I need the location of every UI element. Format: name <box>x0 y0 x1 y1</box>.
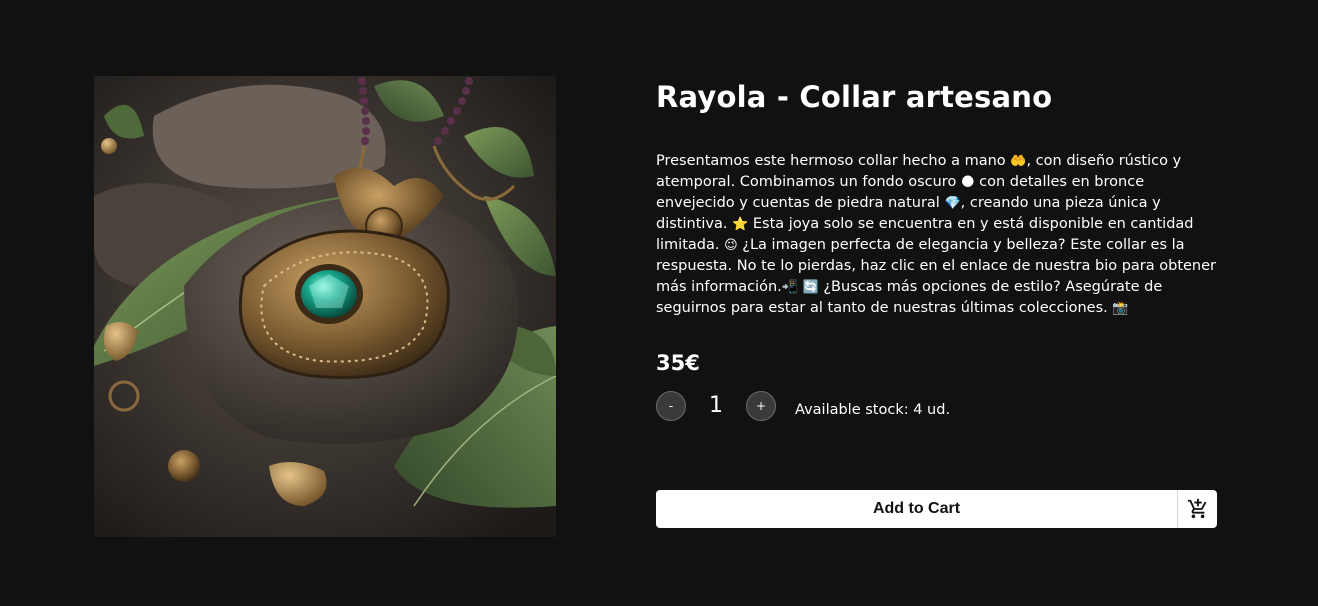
add-to-cart-button[interactable]: Add to Cart <box>656 490 1217 528</box>
product-title: Rayola - Collar artesano <box>656 80 1053 114</box>
product-page: Rayola - Collar artesano Presentamos est… <box>0 0 1318 606</box>
stock-text: Available stock: 4 ud. <box>795 402 951 418</box>
gem-icon: 💎 <box>944 196 961 211</box>
product-price: 35€ <box>656 351 700 375</box>
product-image <box>94 76 556 537</box>
add-shopping-cart-icon <box>1177 490 1217 528</box>
quantity-selector: - 1 + Available stock: 4 ud. <box>656 391 1056 421</box>
open-hands-icon: 🤲 <box>1010 154 1027 169</box>
description-text: Presentamos este hermoso collar hecho a … <box>656 153 1011 169</box>
add-to-cart-label: Add to Cart <box>872 500 961 517</box>
wink-icon: 😉 <box>724 238 738 253</box>
refresh-icon: 🔄 <box>802 280 819 295</box>
product-details: Rayola - Collar artesano Presentamos est… <box>656 0 1218 606</box>
quantity-increase-button[interactable]: + <box>746 391 776 421</box>
mobile-phone-icon: 📲 <box>781 280 798 295</box>
camera-icon: 📸 <box>1112 301 1129 316</box>
dark-moon-icon: 🌑 <box>960 175 975 190</box>
product-description: Presentamos este hermoso collar hecho a … <box>656 151 1218 319</box>
quantity-decrease-button[interactable]: - <box>656 391 686 421</box>
quantity-value: 1 <box>709 393 723 418</box>
star-icon: ⭐ <box>732 217 749 232</box>
